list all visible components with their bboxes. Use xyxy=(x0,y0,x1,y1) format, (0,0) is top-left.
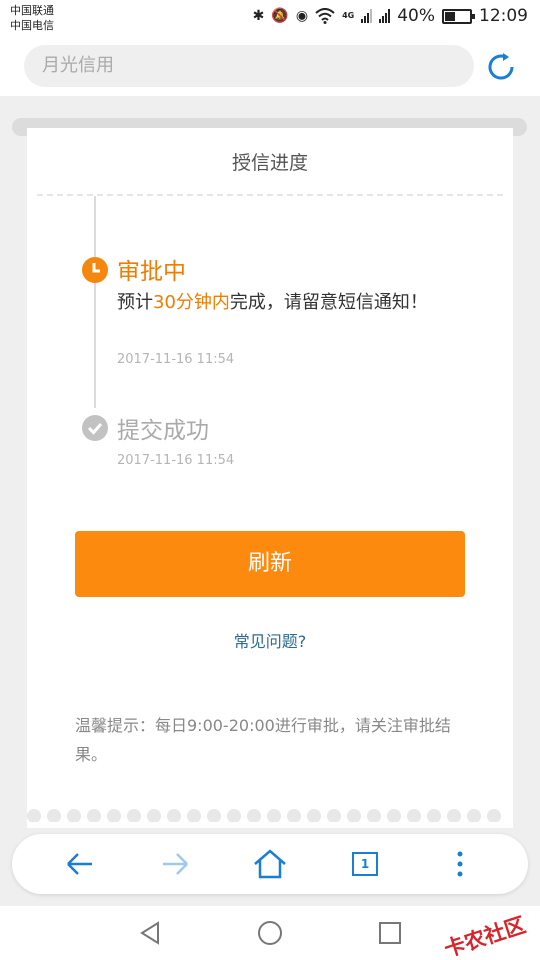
carrier-2: 中国电信 xyxy=(10,19,54,32)
url-field[interactable]: 月光信用 xyxy=(24,45,474,87)
bluetooth-icon: ✱ xyxy=(252,8,265,24)
nav-home-icon[interactable] xyxy=(256,919,284,947)
eye-icon: ◉ xyxy=(295,8,309,24)
tab-count: 1 xyxy=(352,852,378,876)
tip-text: 温馨提示：每日9:00-20:00进行审批，请关注审批结果。 xyxy=(75,716,451,764)
card-scallop-edge xyxy=(27,808,513,822)
step-description: 预计30分钟内完成，请留意短信通知！ xyxy=(117,288,457,317)
wifi-icon xyxy=(315,8,335,24)
check-icon xyxy=(82,415,108,441)
desc-highlight: 30分钟内 xyxy=(153,292,230,313)
step-time-reviewing: 2017-11-16 11:54 xyxy=(117,352,235,367)
nav-back-icon[interactable] xyxy=(136,919,164,947)
timeline-line xyxy=(94,196,96,408)
carrier-info: 中国联通 中国电信 xyxy=(10,3,54,33)
clock: 12:09 xyxy=(479,6,528,26)
desc-suffix: 完成，请留意短信通知！ xyxy=(229,292,428,313)
network-type: 4G xyxy=(342,11,355,20)
nav-recent-icon[interactable] xyxy=(376,919,404,947)
battery-percent: 40% xyxy=(397,6,435,26)
signal-2-icon xyxy=(379,9,391,23)
more-menu-icon[interactable] xyxy=(440,844,480,884)
title-divider xyxy=(37,194,503,196)
step-title-submitted: 提交成功 xyxy=(117,418,209,444)
back-arrow-icon[interactable] xyxy=(60,844,100,884)
browser-toolbar: 1 xyxy=(12,834,528,894)
status-bar: 中国联通 中国电信 ✱ 🔕 ◉ 4G 40% 12:09 xyxy=(0,0,540,36)
page-title: 授信进度 xyxy=(231,152,308,174)
address-bar: 月光信用 xyxy=(0,36,540,96)
system-icons: ✱ 🔕 ◉ 4G 40% 12:09 xyxy=(253,6,528,26)
battery-icon xyxy=(442,8,475,24)
credit-progress-card: 授信进度 审批中 预计30分钟内完成，请留意短信通知！ 2017-11-16 1… xyxy=(27,128,513,828)
tabs-button[interactable]: 1 xyxy=(345,844,385,884)
step-time-submitted: 2017-11-16 11:54 xyxy=(117,453,235,468)
home-icon[interactable] xyxy=(250,844,290,884)
step-title-reviewing: 审批中 xyxy=(117,259,186,285)
reload-icon[interactable] xyxy=(484,50,518,84)
desc-prefix: 预计 xyxy=(117,292,153,313)
faq-link[interactable]: 常见问题? xyxy=(27,628,513,652)
forward-arrow-icon[interactable] xyxy=(155,844,195,884)
signal-1-icon xyxy=(361,9,373,23)
clock-icon xyxy=(82,257,108,283)
carrier-1: 中国联通 xyxy=(10,4,54,17)
mute-icon: 🔕 xyxy=(271,8,289,24)
refresh-button[interactable]: 刷新 xyxy=(75,531,465,597)
